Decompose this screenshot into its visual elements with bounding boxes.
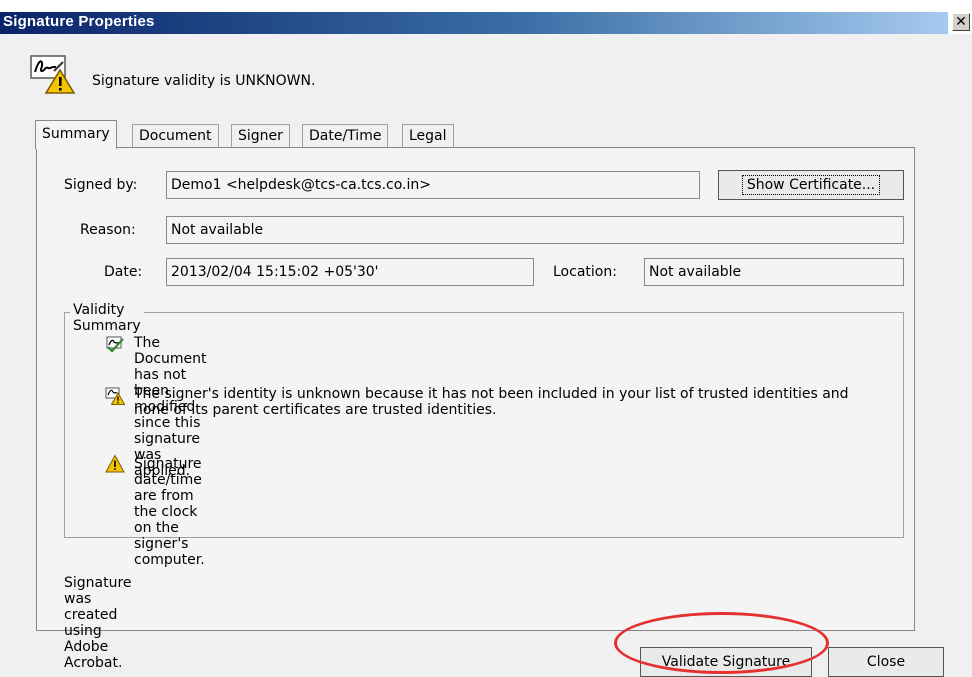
signed-by-label: Signed by:	[64, 177, 138, 193]
date-field: 2013/02/04 15:15:02 +05'30'	[166, 258, 534, 286]
location-field: Not available	[644, 258, 904, 286]
tab-document[interactable]: Document	[132, 124, 219, 148]
show-certificate-button[interactable]: Show Certificate...	[718, 170, 904, 200]
location-label: Location:	[553, 264, 617, 280]
signature-creation-note: Signature was created using Adobe Acroba…	[64, 575, 132, 671]
title-bar: Signature Properties ✕	[0, 0, 972, 34]
validate-signature-button[interactable]: Validate Signature	[640, 647, 812, 677]
date-label: Date:	[104, 264, 143, 280]
tab-legal[interactable]: Legal	[402, 124, 454, 148]
tab-signer[interactable]: Signer	[231, 124, 290, 148]
validity-item-date-time: Signature date/time are from the clock o…	[134, 456, 205, 568]
tab-summary[interactable]: Summary	[35, 120, 117, 149]
validity-summary-title: Validity Summary	[70, 302, 144, 334]
signed-by-field: Demo1 <helpdesk@tcs-ca.tcs.co.in>	[166, 171, 700, 199]
signature-warning-icon	[30, 55, 76, 94]
warning-triangle-icon	[105, 454, 125, 473]
signature-validity-status: Signature validity is UNKNOWN.	[92, 73, 316, 89]
signer-warning-icon	[105, 387, 125, 405]
validity-item-signer: The signer's identity is unknown because…	[134, 386, 849, 418]
reason-field: Not available	[166, 216, 904, 244]
show-certificate-label: Show Certificate...	[741, 175, 881, 195]
window-close-button[interactable]: ✕	[952, 13, 970, 31]
tab-date-time[interactable]: Date/Time	[302, 124, 389, 148]
reason-label: Reason:	[80, 222, 136, 238]
close-button[interactable]: Close	[828, 647, 944, 677]
window-title: Signature Properties	[3, 13, 155, 30]
document-check-icon	[106, 336, 124, 353]
